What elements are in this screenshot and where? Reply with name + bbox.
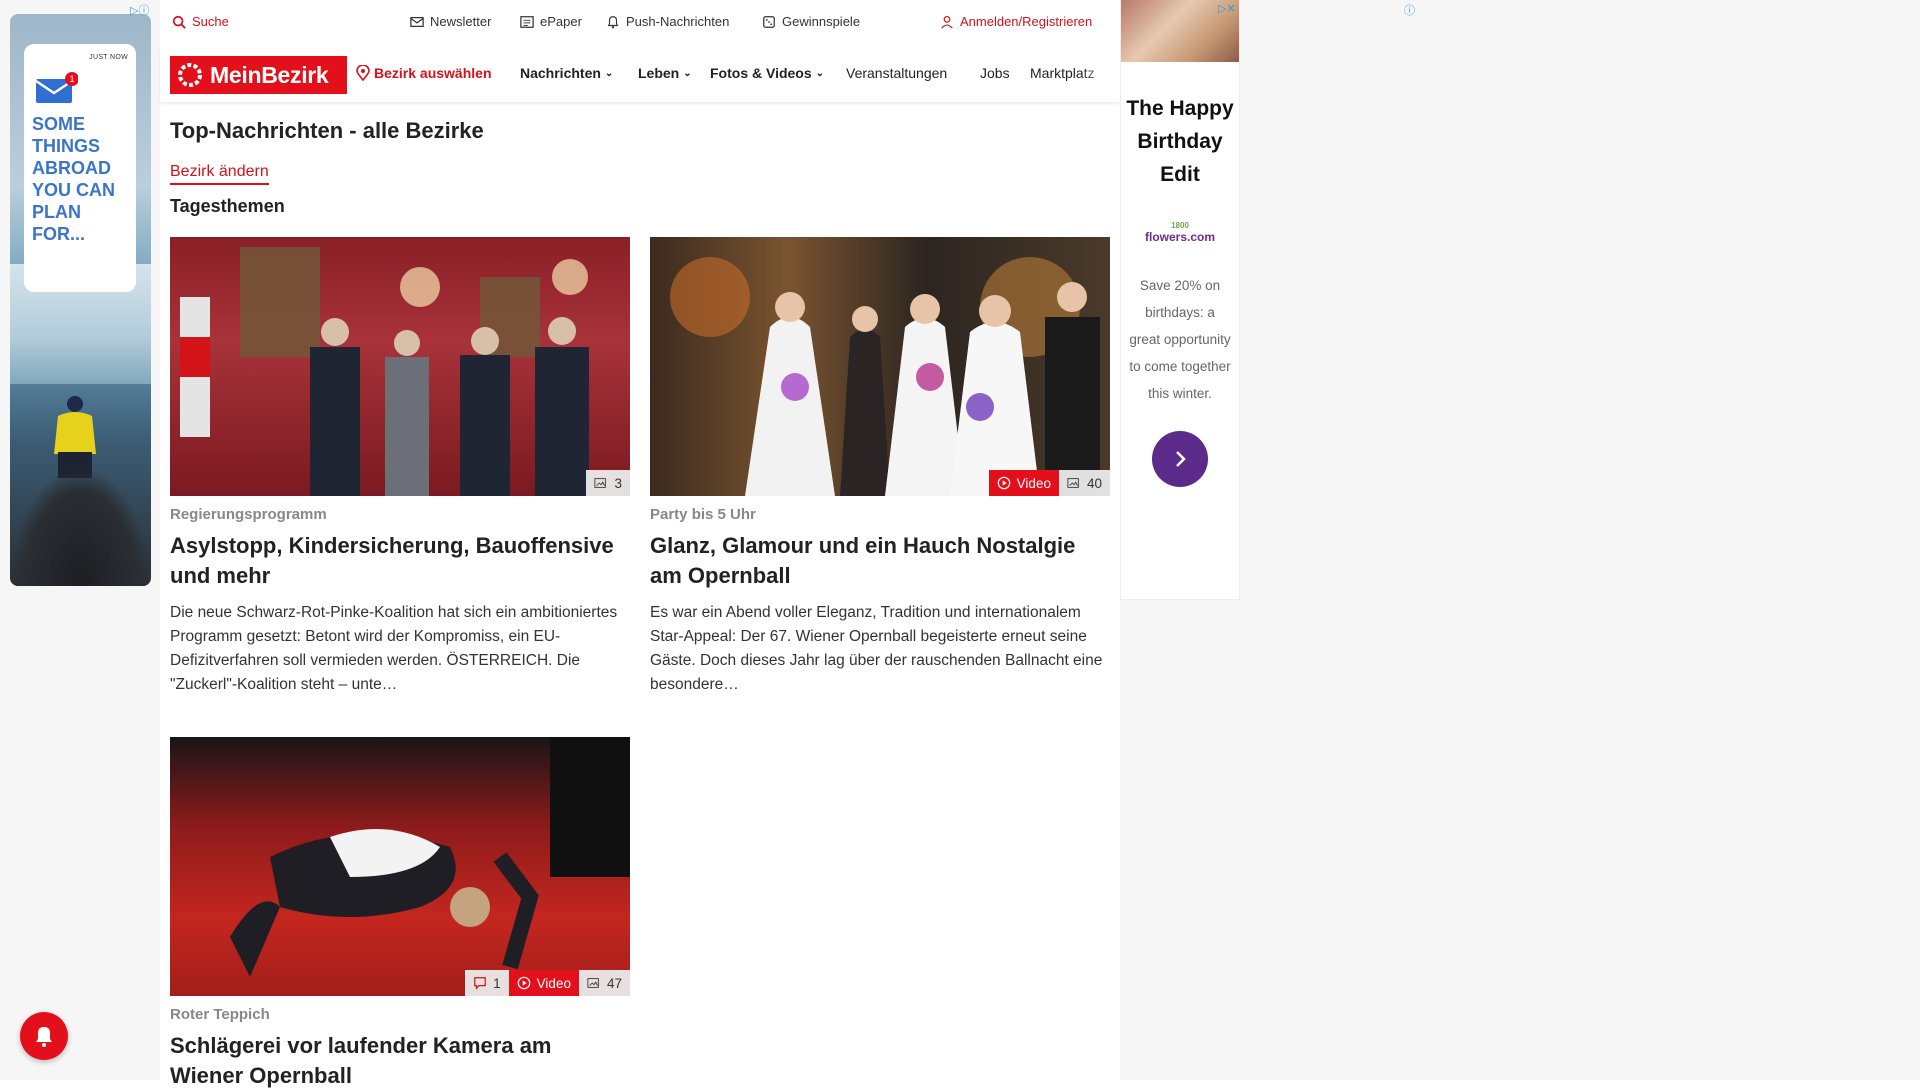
chevron-down-icon: ⌄ [604, 67, 614, 79]
gewinnspiele-label: Gewinnspiele [782, 14, 861, 29]
page-title: Top-Nachrichten - alle Bezirke [170, 118, 484, 143]
main-navigation: MeinBezirk Bezirk auswählen Nachrichten … [160, 48, 1120, 102]
article-kicker: Party bis 5 Uhr [650, 506, 756, 523]
chevron-down-icon: ⌄ [683, 67, 692, 79]
search-icon [172, 15, 186, 29]
adchoices-close-icon[interactable]: ▷✕ [1218, 2, 1236, 15]
photo-count: 40 [1086, 475, 1102, 491]
chevron-down-icon: ⌄ [815, 67, 825, 79]
nav-leben-label: Leben [638, 65, 680, 81]
nav-nachrichten-label: Nachrichten [520, 65, 601, 81]
article-image[interactable]: Video 40 [650, 237, 1110, 496]
article-card[interactable]: Video 40 Party bis 5 Uhr Glanz, Glamour … [650, 237, 1110, 697]
video-label: Video [1016, 475, 1051, 491]
ad-notification-card: JUST NOW 1 SOME THINGS ABROAD YOU CAN PL… [24, 44, 136, 292]
article-image[interactable]: 1 Video 47 [170, 737, 630, 996]
article-kicker: Roter Teppich [170, 1006, 270, 1023]
ad-body: Save 20% on birthdays: a great opportuni… [1129, 278, 1231, 401]
bezirk-change-link[interactable]: Bezirk ändern [170, 163, 269, 185]
gallery-icon [1067, 478, 1079, 488]
chevron-right-icon [1176, 451, 1186, 467]
article-card[interactable]: 3 Regierungsprogramm Asylstopp, Kindersi… [170, 237, 630, 697]
article-headline[interactable]: Schlägerei vor laufender Kamera am Wiene… [170, 1031, 630, 1091]
article-teaser: Die neue Schwarz-Rot-Pinke-Koalition hat… [170, 604, 618, 693]
left-ad-banner[interactable]: JUST NOW 1 SOME THINGS ABROAD YOU CAN PL… [10, 14, 151, 586]
search-label: Suche [192, 14, 229, 29]
notification-bell-button[interactable] [20, 1012, 68, 1060]
video-badge: Video [988, 470, 1059, 496]
login-link[interactable]: Anmelden/Registrieren [940, 14, 1092, 29]
ad-rock-image [10, 466, 151, 586]
adchoices-icon[interactable]: ▷ⓘ [130, 2, 149, 18]
logo-flower-icon [178, 63, 202, 87]
ad-text: SOME THINGS ABROAD YOU CAN PLAN FOR... [32, 114, 116, 244]
comment-count: 1 [493, 975, 501, 991]
nav-veranstaltungen[interactable]: Veranstaltungen [846, 65, 947, 81]
article-kicker: Regierungsprogramm [170, 506, 327, 523]
mail-icon: 1 [34, 71, 79, 105]
nav-fotos-label: Fotos & Videos [710, 65, 812, 81]
ad-brand: flowers.com [1144, 230, 1216, 244]
gewinnspiele-link[interactable]: Gewinnspiele [762, 14, 860, 29]
push-label: Push-Nachrichten [626, 14, 730, 29]
epaper-link[interactable]: ePaper [520, 14, 582, 29]
video-label: Video [536, 975, 571, 991]
ad-mail-badge: 1 [69, 74, 74, 84]
ad-headline: The Happy Birthday Edit [1126, 97, 1234, 186]
video-badge: Video [508, 970, 579, 996]
nav-nachrichten[interactable]: Nachrichten ⌄ [520, 65, 613, 81]
location-pin-icon [356, 65, 370, 81]
article-headline[interactable]: Asylstopp, Kindersicherung, Bauoffensive… [170, 531, 630, 591]
play-circle-icon [997, 476, 1010, 490]
nav-jobs-label: Jobs [980, 65, 1010, 81]
ad-brand-small: 1800 [1171, 221, 1189, 230]
comment-icon [474, 977, 487, 990]
bell-icon [607, 15, 619, 28]
nav-fotos-videos[interactable]: Fotos & Videos ⌄ [710, 65, 824, 81]
article-card[interactable]: 1 Video 47 Roter Teppich Schlägerei vor … [170, 737, 630, 1091]
ad-just-now: JUST NOW [89, 54, 128, 61]
bezirk-label: Bezirk auswählen [374, 65, 492, 81]
article-teaser: Es war ein Abend voller Eleganz, Traditi… [650, 604, 1103, 693]
play-circle-icon [517, 976, 530, 990]
login-label: Anmelden/Registrieren [960, 14, 1093, 29]
info-icon[interactable]: ⓘ [1404, 2, 1415, 18]
bezirk-select[interactable]: Bezirk auswählen [356, 65, 492, 81]
right-ad-banner[interactable]: The Happy Birthday Edit 1800 flowers.com… [1120, 0, 1240, 600]
envelope-icon [410, 16, 424, 27]
nav-jobs[interactable]: Jobs [980, 65, 1010, 81]
search-link[interactable]: Suche [172, 14, 229, 29]
newsletter-link[interactable]: Newsletter [410, 14, 491, 29]
site-logo[interactable]: MeinBezirk [170, 56, 347, 94]
ad-next-button[interactable] [1152, 431, 1208, 487]
epaper-label: ePaper [540, 14, 582, 29]
ad-brand-logo: 1800 flowers.com [1121, 221, 1239, 244]
newsletter-label: Newsletter [430, 14, 492, 29]
user-icon [941, 15, 953, 29]
photo-count-badge: 47 [578, 970, 630, 996]
article-headline[interactable]: Glanz, Glamour und ein Hauch Nostalgie a… [650, 531, 1110, 591]
bell-icon [36, 1027, 52, 1047]
nav-veranstaltungen-label: Veranstaltungen [846, 65, 948, 81]
photo-count-badge: 40 [1058, 470, 1110, 496]
gallery-icon [594, 478, 607, 488]
photo-count-badge: 3 [586, 470, 630, 496]
utility-bar: Suche Newsletter ePaper Push-Nachrichten… [170, 10, 1120, 36]
section-title: Tagesthemen [170, 196, 285, 216]
newspaper-icon [520, 15, 534, 28]
nav-leben[interactable]: Leben ⌄ [638, 65, 692, 81]
gallery-icon [587, 978, 599, 988]
comment-count-badge: 1 [465, 970, 509, 996]
logo-text: MeinBezirk [210, 61, 329, 88]
dice-icon [763, 15, 775, 28]
nav-fade [1080, 48, 1120, 102]
photo-count: 47 [606, 975, 622, 991]
photo-count: 3 [614, 475, 622, 491]
article-image[interactable]: 3 [170, 237, 630, 496]
push-link[interactable]: Push-Nachrichten [606, 14, 729, 29]
